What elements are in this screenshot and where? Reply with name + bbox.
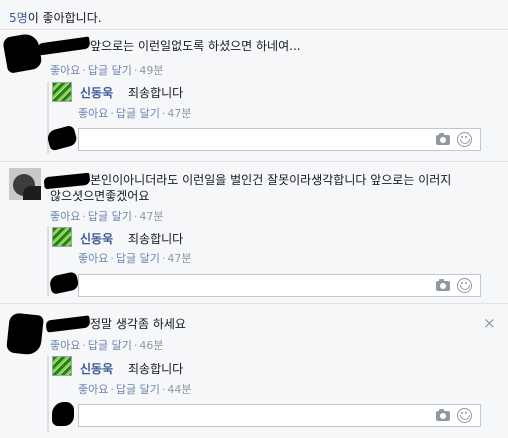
reply-input[interactable] [78, 128, 481, 151]
commenter-name-redacted[interactable] [37, 36, 91, 56]
reply-like-link[interactable]: 좋아요 [78, 383, 108, 396]
comment-actions: 좋아요 · 답글 달기 · 47분 [50, 210, 164, 223]
comment-3: 정말 생각좀 하세요 좋아요 · 답글 달기 · 46분 신동욱 죄송합니다 좋아요 · 답… [0, 304, 508, 438]
reply-text: 죄송합니다 [128, 232, 184, 246]
comment-actions: 좋아요 · 답글 달기 · 49분 [50, 64, 164, 77]
reply-like-link[interactable]: 좋아요 [78, 107, 108, 120]
close-icon[interactable]: × [483, 314, 496, 332]
comment-text-line-2: 않으셧으면좋겠어요 [50, 189, 150, 203]
reply-link[interactable]: 답글 달기 [88, 210, 132, 223]
composer-avatar-redacted [52, 402, 74, 426]
camera-icon[interactable] [436, 409, 450, 421]
reply-link[interactable]: 답글 달기 [88, 339, 132, 352]
reply-time[interactable]: 47분 [167, 252, 191, 265]
comment-text: 정말 생각좀 하세요 [90, 317, 186, 331]
emoji-icon[interactable] [457, 408, 472, 423]
likes-suffix: 이 좋아합니다. [27, 11, 102, 25]
reply-avatar[interactable] [52, 356, 72, 376]
reply-avatar[interactable] [52, 227, 72, 247]
commenter-name-redacted[interactable] [45, 315, 91, 333]
likes-bar: 5명이 좋아합니다. [0, 0, 508, 30]
comment-2: 본인이아니더라도 이런일을 벌인건 잘못이라생각합니다 앞으로는 이러지 않으셧… [0, 162, 508, 303]
composer-avatar-redacted [45, 124, 79, 152]
reply-reply-link[interactable]: 답글 달기 [116, 252, 160, 265]
commenter-avatar[interactable] [2, 32, 43, 74]
comment-actions: 좋아요 · 답글 달기 · 46분 [50, 339, 164, 352]
reply-time[interactable]: 47분 [167, 107, 191, 120]
like-link[interactable]: 좋아요 [50, 210, 80, 223]
likes-count-link[interactable]: 5명 [9, 11, 28, 25]
reply-reply-link[interactable]: 답글 달기 [116, 107, 160, 120]
reply-thread-line [47, 356, 49, 432]
commenter-name-redacted[interactable] [43, 172, 91, 190]
reply-input[interactable] [78, 274, 481, 297]
camera-icon[interactable] [436, 279, 450, 291]
like-link[interactable]: 좋아요 [50, 339, 80, 352]
commenter-avatar[interactable] [6, 312, 44, 356]
reply-like-link[interactable]: 좋아요 [78, 252, 108, 265]
reply-author-name[interactable]: 신동욱 [80, 84, 113, 101]
emoji-icon[interactable] [457, 278, 472, 293]
reply-avatar[interactable] [52, 82, 72, 102]
comment-time[interactable]: 47분 [139, 210, 163, 223]
reply-actions: 좋아요 · 답글 달기 · 44분 [78, 383, 192, 396]
comment-time[interactable]: 46분 [139, 339, 163, 352]
composer-avatar-redacted [48, 271, 80, 295]
comment-text: 앞으로는 이런일없도록 하셨으면 하네여... [90, 39, 301, 53]
reply-text: 죄송합니다 [128, 86, 184, 100]
reply-actions: 좋아요 · 답글 달기 · 47분 [78, 252, 192, 265]
like-link[interactable]: 좋아요 [50, 64, 80, 77]
reply-author-name[interactable]: 신동욱 [80, 360, 113, 377]
reply-text: 죄송합니다 [128, 362, 184, 376]
reply-link[interactable]: 답글 달기 [88, 64, 132, 77]
reply-actions: 좋아요 · 답글 달기 · 47분 [78, 107, 192, 120]
likes-summary: 5명이 좋아합니다. [9, 9, 102, 26]
reply-reply-link[interactable]: 답글 달기 [116, 383, 160, 396]
commenter-avatar[interactable] [9, 168, 41, 200]
reply-input[interactable] [78, 404, 481, 427]
reply-thread-line [47, 226, 49, 296]
camera-icon[interactable] [436, 133, 450, 145]
comment-1: 앞으로는 이런일없도록 하셨으면 하네여... 좋아요 · 답글 달기 · 49분 신동… [0, 31, 508, 161]
comment-text-line-1: 본인이아니더라도 이런일을 벌인건 잘못이라생각합니다 앞으로는 이러지 [90, 173, 452, 187]
emoji-icon[interactable] [457, 132, 472, 147]
comment-time[interactable]: 49분 [139, 64, 163, 77]
reply-author-name[interactable]: 신동욱 [80, 230, 113, 247]
reply-time[interactable]: 44분 [167, 383, 191, 396]
